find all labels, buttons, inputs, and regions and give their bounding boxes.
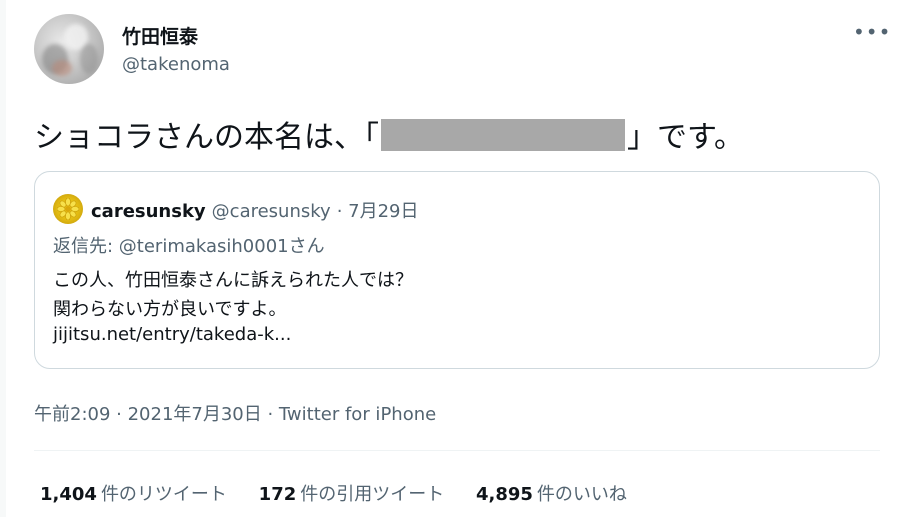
- likes-stat[interactable]: 4,895 件のいいね: [476, 480, 627, 506]
- likes-label: 件のいいね: [536, 484, 627, 505]
- quoted-text-line: 関わらない方が良いですよ。: [53, 299, 287, 320]
- author-display-name[interactable]: 竹田恒泰: [122, 22, 198, 49]
- quoted-author-avatar[interactable]: [53, 194, 83, 224]
- quote-tweets-count: 172: [258, 484, 297, 505]
- tweet-text-after: 」です。: [627, 120, 744, 155]
- author-avatar[interactable]: [34, 14, 104, 84]
- likes-count: 4,895: [475, 484, 533, 505]
- engagement-stats: 1,404 件のリツイート 172 件の引用ツイート 4,895 件のいいね: [40, 480, 653, 506]
- retweets-count: 1,404: [40, 484, 97, 505]
- retweets-stat[interactable]: 1,404 件のリツイート: [40, 480, 227, 506]
- divider: [34, 450, 880, 451]
- quote-tweets-label: 件の引用ツイート: [300, 484, 445, 505]
- quote-tweets-stat[interactable]: 172 件の引用ツイート: [259, 480, 445, 506]
- tweet-timestamp[interactable]: 午前2:09 · 2021年7月30日 · Twitter for iPhone: [34, 400, 436, 426]
- quoted-reply-to: 返信先: @terimakasih0001さん: [53, 236, 325, 257]
- quoted-text-line: この人、竹田恒泰さんに訴えられた人では？: [53, 270, 413, 291]
- flower-icon: [57, 198, 79, 220]
- retweets-label: 件のリツイート: [100, 484, 227, 505]
- tweet-detail: 竹田恒泰 @takenoma ••• ショコラさんの本名は、「 」です。 car…: [0, 0, 904, 517]
- more-options-icon[interactable]: •••: [853, 20, 891, 44]
- quoted-date[interactable]: · 7月29日: [337, 201, 419, 222]
- author-handle[interactable]: @takenoma: [122, 54, 230, 75]
- tweet-text: ショコラさんの本名は、「 」です。: [34, 112, 744, 156]
- quoted-tweet[interactable]: caresunsky @caresunsky · 7月29日 返信先: @terim…: [34, 171, 880, 369]
- quoted-link[interactable]: jijitsu.net/entry/takeda-k...: [53, 324, 291, 345]
- quoted-handle[interactable]: @caresunsky: [212, 201, 331, 222]
- quoted-display-name[interactable]: caresunsky: [91, 201, 206, 222]
- left-edge: [0, 0, 6, 517]
- redaction-block: [381, 119, 625, 151]
- quoted-header: caresunsky @caresunsky · 7月29日: [91, 197, 419, 223]
- tweet-text-before: ショコラさんの本名は、「: [34, 120, 379, 155]
